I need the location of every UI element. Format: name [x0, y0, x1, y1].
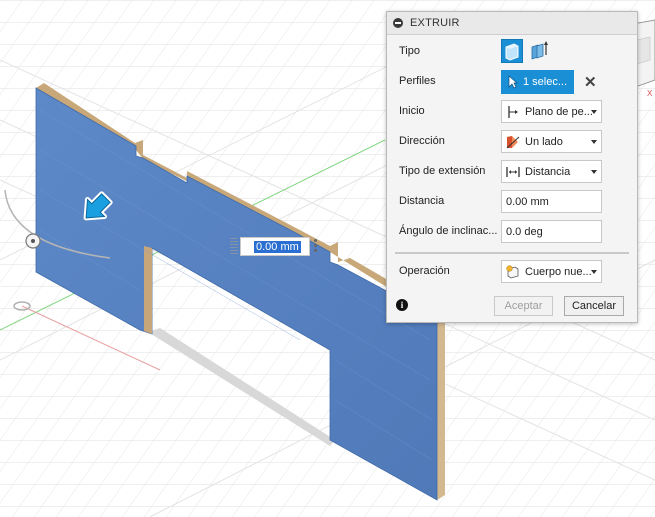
extrude-dialog: EXTRUIR Tipo Perfiles 1 selec... ✕ Inici…	[386, 11, 638, 323]
inicio-value: Plano de pe...	[525, 106, 593, 118]
info-icon[interactable]: i	[396, 299, 408, 311]
cutout-edge	[144, 246, 152, 334]
tipo-extension-label: Tipo de extensión	[399, 165, 486, 177]
row-direccion: Dirección Un lado	[387, 129, 637, 155]
distance-manipulator-value: 0.00 mm	[254, 241, 301, 253]
operacion-label: Operación	[399, 265, 450, 277]
taper-angle-value: 0.0 deg	[506, 226, 543, 238]
section-divider	[395, 252, 629, 254]
profiles-select-value: 1 selec...	[523, 76, 568, 88]
collapse-icon[interactable]	[393, 18, 403, 28]
viewcube-axis-x: X	[647, 89, 653, 98]
operacion-value: Cuerpo nue...	[525, 266, 592, 278]
direccion-select[interactable]: Un lado	[501, 130, 602, 153]
distancia-label: Distancia	[399, 195, 445, 207]
row-perfiles: Perfiles 1 selec... ✕	[387, 69, 637, 95]
row-distancia: Distancia 0.00 mm	[387, 189, 637, 215]
dialog-header: EXTRUIR	[387, 12, 637, 35]
cancel-button[interactable]: Cancelar	[564, 296, 624, 316]
direccion-value: Un lado	[525, 136, 563, 148]
type-thin-button[interactable]	[528, 39, 550, 63]
dialog-title: EXTRUIR	[410, 17, 460, 29]
row-tipo: Tipo	[387, 39, 637, 65]
taper-angle-input[interactable]: 0.0 deg	[501, 220, 602, 243]
type-solid-button[interactable]	[501, 39, 523, 63]
drag-grip-icon[interactable]	[230, 238, 238, 256]
inicio-select[interactable]: Plano de pe...	[501, 100, 602, 123]
row-angulo: Ángulo de inclinac... 0.0 deg	[387, 219, 637, 245]
clear-selection-icon[interactable]: ✕	[584, 73, 597, 91]
distance-manipulator-field[interactable]: 0.00 mm	[230, 236, 322, 258]
profiles-select-button[interactable]: 1 selec...	[501, 70, 574, 94]
solid-extrude-icon	[505, 43, 519, 61]
chevron-down-icon	[591, 110, 597, 114]
panel-side-edge	[437, 313, 445, 500]
new-body-icon	[506, 265, 519, 279]
distance-input[interactable]: 0.00 mm	[501, 190, 602, 213]
perfiles-label: Perfiles	[399, 75, 436, 87]
chevron-down-icon	[591, 270, 597, 274]
tipo-extension-value: Distancia	[525, 166, 571, 178]
distance-input-value: 0.00 mm	[506, 196, 549, 208]
distance-extent-icon	[506, 167, 520, 177]
more-options-icon[interactable]	[314, 239, 318, 255]
row-tipo-extension: Tipo de extensión Distancia	[387, 159, 637, 185]
row-operacion: Operación Cuerpo nue...	[387, 259, 637, 285]
profile-plane-icon	[508, 106, 518, 118]
cursor-arrow-icon	[508, 75, 518, 89]
distance-manipulator-input[interactable]: 0.00 mm	[240, 237, 310, 256]
operacion-select[interactable]: Cuerpo nue...	[501, 260, 602, 283]
one-side-direction-icon	[506, 136, 520, 149]
ok-button[interactable]: Aceptar	[494, 296, 553, 316]
chevron-down-icon	[591, 140, 597, 144]
angulo-label: Ángulo de inclinac...	[399, 225, 498, 237]
row-inicio: Inicio Plano de pe...	[387, 99, 637, 125]
tipo-extension-select[interactable]: Distancia	[501, 160, 602, 183]
chevron-down-icon	[591, 170, 597, 174]
inicio-label: Inicio	[399, 105, 425, 117]
tipo-label: Tipo	[399, 45, 420, 57]
thin-extrude-icon	[531, 41, 548, 60]
direccion-label: Dirección	[399, 135, 445, 147]
